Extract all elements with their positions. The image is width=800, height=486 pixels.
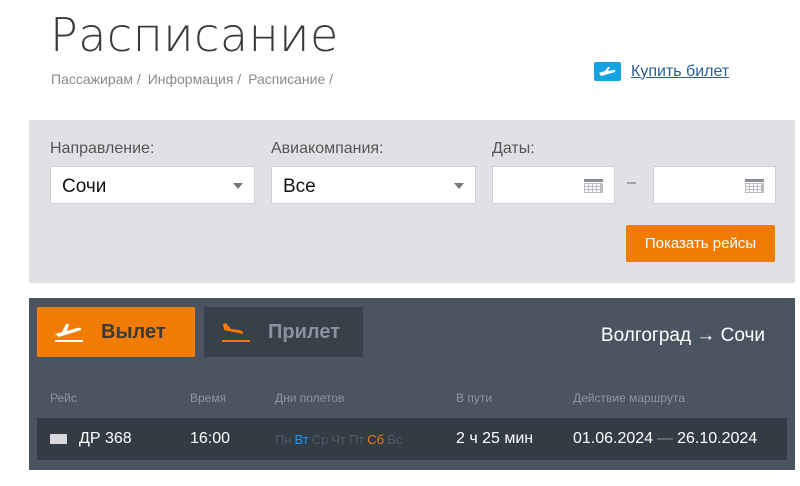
route-title: Волгоград → Сочи <box>600 325 765 346</box>
buy-ticket-label[interactable]: Купить билет <box>631 63 729 81</box>
airline-logo-icon <box>50 434 67 444</box>
column-header-flight: Рейс <box>50 391 77 405</box>
date-to-input[interactable] <box>653 166 776 204</box>
ticket-icon <box>594 62 621 81</box>
weekday-1: Вт <box>294 432 309 447</box>
direction-select[interactable]: Сочи <box>50 166 255 204</box>
weekday-5: Сб <box>367 432 385 447</box>
plane-departure-icon <box>55 324 83 342</box>
page-title: Расписание <box>50 8 339 62</box>
buy-ticket-link[interactable]: Купить билет <box>594 62 729 81</box>
schedule-board: Вылет Прилет Волгоград → Сочи Рейс Время… <box>29 298 795 470</box>
valid-to: 26.10.2024 <box>677 430 758 447</box>
airline-select[interactable]: Все <box>271 166 476 204</box>
chevron-down-icon <box>454 183 464 189</box>
column-header-days: Дни полетов <box>275 391 345 405</box>
breadcrumb: Пассажирам / Информация / Расписание / <box>51 71 336 87</box>
tab-departure[interactable]: Вылет <box>37 307 195 357</box>
show-flights-button[interactable]: Показать рейсы <box>626 225 775 262</box>
route-validity: 01.06.2024—26.10.2024 <box>573 430 757 448</box>
flight-duration: 2 ч 25 мин <box>456 430 534 447</box>
column-header-time: Время <box>190 391 227 405</box>
plane-arrival-icon <box>222 323 250 342</box>
weekday-2: Ср <box>311 432 329 447</box>
filter-panel: Направление: Сочи Авиакомпания: Все Даты… <box>29 120 795 283</box>
tab-arrival-label: Прилет <box>268 320 340 343</box>
flight-time: 16:00 <box>190 430 231 447</box>
valid-from: 01.06.2024 <box>573 430 654 447</box>
direction-value: Сочи <box>62 176 107 197</box>
flight-days: Пн Вт Ср Чт Пт Сб Вс <box>275 432 405 447</box>
chevron-down-icon <box>233 183 243 189</box>
breadcrumb-item: Расписание / <box>248 71 334 87</box>
flight-number: ДР 368 <box>79 430 132 447</box>
weekday-4: Пт <box>348 432 365 447</box>
column-header-validity: Действие маршрута <box>573 391 685 405</box>
airline-label: Авиакомпания: <box>271 140 384 157</box>
tab-departure-label: Вылет <box>101 320 166 343</box>
weekday-0: Пн <box>275 432 292 447</box>
validity-separator: — <box>657 430 674 447</box>
direction-label: Направление: <box>50 140 155 157</box>
calendar-icon[interactable] <box>745 179 764 193</box>
breadcrumb-item[interactable]: Пассажирам / <box>51 71 141 87</box>
column-header-duration: В пути <box>456 391 493 405</box>
airline-value: Все <box>283 176 316 197</box>
calendar-icon[interactable] <box>584 179 603 193</box>
date-from-input[interactable] <box>492 166 615 204</box>
dates-label: Даты: <box>492 140 535 157</box>
weekday-6: Вс <box>387 432 403 447</box>
breadcrumb-item[interactable]: Информация / <box>148 71 242 87</box>
table-row[interactable]: ДР 368 16:00 Пн Вт Ср Чт Пт Сб Вс 2 ч 25 мин 0… <box>37 418 787 460</box>
tab-arrival[interactable]: Прилет <box>204 307 363 357</box>
weekday-3: Чт <box>331 432 346 447</box>
date-separator: – <box>627 174 636 191</box>
